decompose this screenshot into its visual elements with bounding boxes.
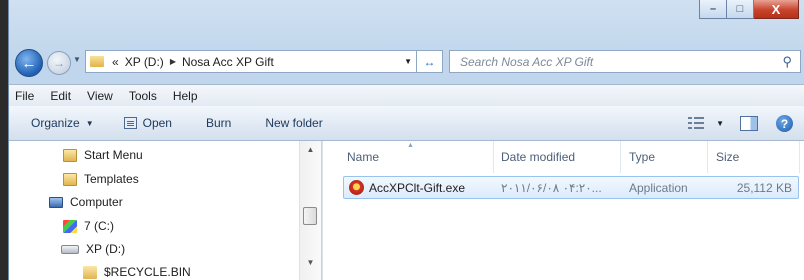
refresh-button[interactable]: ↔ xyxy=(417,50,443,73)
burn-button[interactable]: Burn xyxy=(206,116,231,130)
nav-item-label: XP (D:) xyxy=(86,242,126,256)
column-headers: ▲ Name Date modified Type Size xyxy=(323,141,804,173)
preview-pane-icon[interactable] xyxy=(740,116,758,131)
nav-item-templates[interactable]: Templates xyxy=(63,172,139,186)
file-list-pane: ▲ Name Date modified Type Size AccXPClt-… xyxy=(322,141,804,280)
nav-item-label: Computer xyxy=(70,195,123,209)
sort-ascending-icon: ▲ xyxy=(407,142,414,149)
navigation-pane: Start Menu Templates Computer 7 (C:) XP … xyxy=(9,141,321,280)
forward-arrow-icon: → xyxy=(53,56,65,70)
file-size: 25,112 KB xyxy=(736,181,792,195)
organize-label: Organize xyxy=(31,116,80,130)
open-button[interactable]: Open xyxy=(123,116,172,130)
column-header-date-modified[interactable]: Date modified xyxy=(501,150,575,164)
menu-bar: File Edit View Tools Help xyxy=(9,84,804,107)
search-icon[interactable]: ⚲ xyxy=(782,54,792,70)
scroll-thumb[interactable] xyxy=(303,207,317,225)
column-header-name[interactable]: Name xyxy=(347,150,379,164)
command-bar: Organize ▼ Open Burn New folder ▼ ? xyxy=(9,106,804,141)
menu-help[interactable]: Help xyxy=(173,89,198,103)
maximize-button[interactable]: □ xyxy=(727,0,754,19)
nav-item-label: Start Menu xyxy=(84,148,143,162)
address-dropdown-icon[interactable]: ▼ xyxy=(404,57,412,66)
forward-button[interactable]: → xyxy=(47,51,71,75)
folder-shortcut-icon xyxy=(63,172,77,186)
burn-label: Burn xyxy=(205,116,232,130)
explorer-window: – □ X ← → ▼ « XP (D:) ▶ Nosa Acc XP Gift… xyxy=(8,0,804,280)
column-header-size[interactable]: Size xyxy=(716,150,739,164)
address-bar[interactable]: « XP (D:) ▶ Nosa Acc XP Gift ▼ xyxy=(85,50,417,73)
column-divider[interactable] xyxy=(620,141,621,173)
search-input[interactable]: Search Nosa Acc XP Gift ⚲ xyxy=(449,50,801,73)
menu-tools[interactable]: Tools xyxy=(129,89,157,103)
minimize-button[interactable]: – xyxy=(699,0,727,19)
caption-buttons: – □ X xyxy=(699,0,799,19)
folder-icon xyxy=(83,265,97,279)
new-folder-label: New folder xyxy=(265,116,323,130)
chevron-down-icon: ▼ xyxy=(85,118,94,128)
nav-item-label: Templates xyxy=(84,172,139,186)
folder-shortcut-icon xyxy=(63,148,77,162)
breadcrumb-drive[interactable]: XP (D:) xyxy=(125,55,164,69)
navigation-scrollbar[interactable]: ▲ ▼ xyxy=(299,141,321,280)
breadcrumb-separator-icon[interactable]: ▶ xyxy=(170,57,176,66)
file-date-modified: ۲۰۱۱/۰۶/۰۸ ۰۴:۲۰... xyxy=(501,181,602,195)
column-header-type[interactable]: Type xyxy=(629,150,655,164)
nav-item-computer[interactable]: Computer xyxy=(49,195,123,209)
nav-item-drive-c[interactable]: 7 (C:) xyxy=(63,219,114,233)
help-icon[interactable]: ? xyxy=(776,115,793,132)
nav-item-drive-d[interactable]: XP (D:) xyxy=(61,242,125,256)
file-type: Application xyxy=(629,181,688,195)
command-bar-right: ▼ ? xyxy=(688,115,793,132)
file-row[interactable]: AccXPClt-Gift.exe ۲۰۱۱/۰۶/۰۸ ۰۴:۲۰... Ap… xyxy=(343,176,799,199)
breadcrumb-overflow[interactable]: « xyxy=(112,55,119,69)
computer-icon xyxy=(49,196,63,208)
file-name: AccXPClt-Gift.exe xyxy=(369,181,466,195)
address-row: ← → ▼ « XP (D:) ▶ Nosa Acc XP Gift ▼ ↔ S… xyxy=(9,46,804,78)
scroll-up-icon[interactable]: ▲ xyxy=(300,145,321,161)
open-icon xyxy=(123,117,137,129)
back-arrow-icon: ← xyxy=(21,54,37,72)
breadcrumb-folder[interactable]: Nosa Acc XP Gift xyxy=(182,55,274,69)
nav-item-recycle-bin-folder[interactable]: $RECYCLE.BIN xyxy=(83,265,191,279)
windows-drive-icon xyxy=(63,219,77,233)
refresh-icon: ↔ xyxy=(423,54,436,69)
folder-icon xyxy=(90,56,104,67)
menu-view[interactable]: View xyxy=(87,89,113,103)
column-divider[interactable] xyxy=(493,141,494,173)
close-button[interactable]: X xyxy=(754,0,799,19)
view-options-chevron-icon[interactable]: ▼ xyxy=(716,119,724,128)
scroll-down-icon[interactable]: ▼ xyxy=(300,258,321,274)
search-placeholder: Search Nosa Acc XP Gift xyxy=(460,54,594,69)
column-divider[interactable] xyxy=(799,141,800,173)
back-button[interactable]: ← xyxy=(15,49,43,77)
menu-file[interactable]: File xyxy=(15,89,34,103)
change-view-icon[interactable] xyxy=(688,116,705,131)
nav-item-label: $RECYCLE.BIN xyxy=(104,265,191,279)
column-divider[interactable] xyxy=(707,141,708,173)
nav-item-start-menu[interactable]: Start Menu xyxy=(63,148,143,162)
drive-icon xyxy=(61,244,79,254)
application-icon xyxy=(349,180,364,195)
open-label: Open xyxy=(142,116,172,130)
menu-edit[interactable]: Edit xyxy=(50,89,71,103)
nav-item-label: 7 (C:) xyxy=(84,219,114,233)
recent-pages-dropdown[interactable]: ▼ xyxy=(73,55,81,64)
new-folder-button[interactable]: New folder xyxy=(265,116,322,130)
organize-button[interactable]: Organize ▼ xyxy=(31,116,94,130)
